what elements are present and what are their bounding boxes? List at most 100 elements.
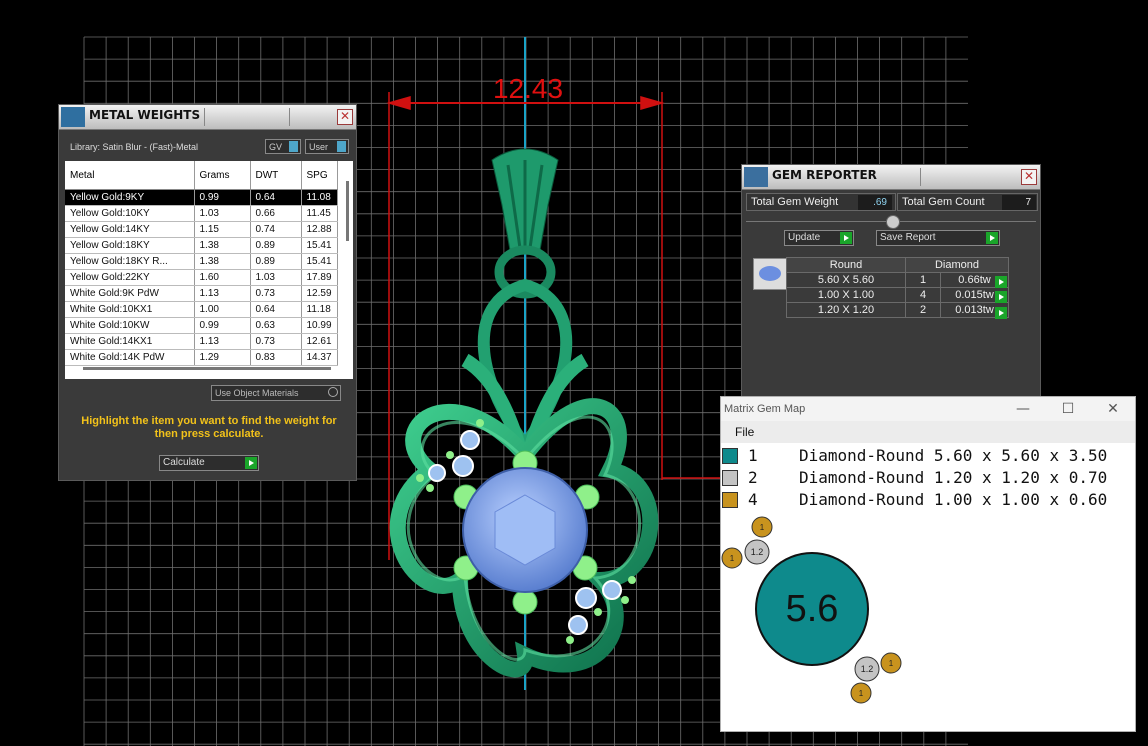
horizontal-scrollbar[interactable] <box>83 367 331 370</box>
radio-icon[interactable] <box>328 387 338 397</box>
use-object-materials-option[interactable]: Use Object Materials <box>211 385 341 401</box>
table-cell: Yellow Gold:10KY <box>65 205 195 222</box>
table-row[interactable]: Yellow Gold:18KY R... 1.38 0.89 15.41 <box>65 253 338 270</box>
table-row[interactable]: 1.20 X 1.20 2 0.013tw <box>786 302 1009 318</box>
metal-table[interactable]: Metal Grams DWT SPG Yellow Gold:9KY 0.99 0… <box>65 161 353 379</box>
column-header[interactable]: Metal <box>65 161 195 190</box>
table-cell: Yellow Gold:18KY R... <box>65 253 195 270</box>
table-cell: White Gold:9K PdW <box>65 285 195 302</box>
gem-reporter-title: GEM REPORTER <box>772 168 877 182</box>
table-cell: 1.03 <box>250 269 302 286</box>
table-cell: 1 <box>905 272 941 288</box>
table-cell: 11.08 <box>301 189 338 206</box>
table-cell: 1.29 <box>194 349 251 366</box>
report-icon <box>744 167 768 187</box>
metal-weights-titlebar[interactable]: METAL WEIGHTS ✕ <box>59 105 356 130</box>
user-toggle[interactable]: User <box>305 139 349 154</box>
column-header[interactable]: DWT <box>250 161 302 190</box>
title-divider <box>289 108 290 126</box>
gem-shape-icon <box>753 258 787 290</box>
table-row[interactable]: Yellow Gold:14KY 1.15 0.74 12.88 <box>65 221 338 238</box>
table-row[interactable]: White Gold:9K PdW 1.13 0.73 12.59 <box>65 285 338 302</box>
table-row[interactable]: Yellow Gold:22KY 1.60 1.03 17.89 <box>65 269 338 286</box>
table-cell: Yellow Gold:9KY <box>65 189 195 206</box>
gem-map-window: Matrix Gem Map — ☐ ✕ File 1 Diamond-Round… <box>720 396 1136 732</box>
row-go-icon[interactable] <box>995 276 1007 288</box>
table-header-row: Metal Grams DWT SPG <box>65 161 338 190</box>
table-row[interactable]: White Gold:14KX1 1.13 0.73 12.61 <box>65 333 338 350</box>
gem-bubble-label: 5.6 <box>786 588 839 630</box>
gem-bubble-label: 1 <box>859 689 864 698</box>
table-cell: 4 <box>905 287 941 303</box>
collapse-icon[interactable] <box>886 215 900 229</box>
column-header: Diamond <box>905 257 1009 273</box>
gem-bubble-label: 1 <box>730 554 735 563</box>
table-cell: 17.89 <box>301 269 338 286</box>
table-cell: 11.18 <box>301 301 338 318</box>
gem-reporter-titlebar[interactable]: GEM REPORTER ✕ <box>742 165 1040 190</box>
toggle-switch-icon <box>289 141 298 152</box>
table-cell: 1.60 <box>194 269 251 286</box>
user-toggle-label: User <box>309 142 329 152</box>
close-icon[interactable]: ✕ <box>337 109 353 125</box>
column-header[interactable]: Grams <box>194 161 251 190</box>
table-cell: 2 <box>905 302 941 318</box>
table-row[interactable]: Yellow Gold:18KY 1.38 0.89 15.41 <box>65 237 338 254</box>
close-icon[interactable]: ✕ <box>1021 169 1037 185</box>
table-cell: 0.63 <box>250 317 302 334</box>
total-count-value: 7 <box>1002 195 1036 210</box>
table-cell: 0.89 <box>250 237 302 254</box>
table-cell: Yellow Gold:18KY <box>65 237 195 254</box>
update-button[interactable]: Update <box>784 230 854 246</box>
table-row[interactable]: 1.00 X 1.00 4 0.015tw <box>786 287 1009 303</box>
calculate-label: Calculate <box>163 457 205 468</box>
scrollbar-thumb[interactable] <box>346 181 349 241</box>
table-row[interactable]: Yellow Gold:9KY 0.99 0.64 11.08 <box>65 189 338 206</box>
table-cell: 0.99 <box>194 317 251 334</box>
table-cell: 0.73 <box>250 285 302 302</box>
table-cell: 15.41 <box>301 237 338 254</box>
row-go-icon[interactable] <box>995 307 1007 319</box>
table-row[interactable]: White Gold:14K PdW 1.29 0.83 14.37 <box>65 349 338 366</box>
row-go-icon[interactable] <box>995 291 1007 303</box>
gem-table[interactable]: Round Diamond 5.60 X 5.60 1 0.66tw 1.00 X 1… <box>786 257 1009 318</box>
title-divider <box>204 108 205 126</box>
column-header[interactable]: SPG <box>301 161 338 190</box>
metal-weights-panel: METAL WEIGHTS ✕ Library: Satin Blur - (F… <box>58 104 357 481</box>
table-row[interactable]: White Gold:10KW 0.99 0.63 10.99 <box>65 317 338 334</box>
table-cell: 0.64 <box>250 189 302 206</box>
table-cell: White Gold:10KX1 <box>65 301 195 318</box>
gem-bubble-label: 1.2 <box>751 547 764 557</box>
table-header-row: Round Diamond <box>786 257 1009 273</box>
table-cell: 1.20 X 1.20 <box>786 302 906 318</box>
gv-toggle[interactable]: GV <box>265 139 301 154</box>
table-cell: 1.00 <box>194 301 251 318</box>
play-icon <box>840 232 852 244</box>
table-cell: 1.15 <box>194 221 251 238</box>
table-cell: 12.88 <box>301 221 338 238</box>
table-cell: 0.64 <box>250 301 302 318</box>
gem-reporter-panel: GEM REPORTER ✕ Total Gem Weight .69 Tota… <box>741 164 1041 399</box>
table-cell: 12.61 <box>301 333 338 350</box>
table-row[interactable]: 5.60 X 5.60 1 0.66tw <box>786 272 1009 288</box>
table-cell: 0.99 <box>194 189 251 206</box>
table-cell: White Gold:14KX1 <box>65 333 195 350</box>
table-cell: 10.99 <box>301 317 338 334</box>
table-cell: Yellow Gold:22KY <box>65 269 195 286</box>
table-row[interactable]: White Gold:10KX1 1.00 0.64 11.18 <box>65 301 338 318</box>
update-label: Update <box>788 232 821 243</box>
gem-bubble-map[interactable]: 5.6 1.2 1.2 1 1 1 1 <box>721 397 1137 733</box>
table-cell: 1.38 <box>194 237 251 254</box>
gv-toggle-label: GV <box>269 142 283 152</box>
table-cell: Yellow Gold:14KY <box>65 221 195 238</box>
table-cell: 0.89 <box>250 253 302 270</box>
dimension-label: 12.43 <box>493 73 563 104</box>
table-cell: 14.37 <box>301 349 338 366</box>
calculate-button[interactable]: Calculate <box>159 455 259 471</box>
table-cell: 0.66 <box>250 205 302 222</box>
use-object-materials-label: Use Object Materials <box>215 388 299 398</box>
table-row[interactable]: Yellow Gold:10KY 1.03 0.66 11.45 <box>65 205 338 222</box>
table-cell: 11.45 <box>301 205 338 222</box>
save-report-button[interactable]: Save Report <box>876 230 1000 246</box>
column-header: Round <box>786 257 906 273</box>
